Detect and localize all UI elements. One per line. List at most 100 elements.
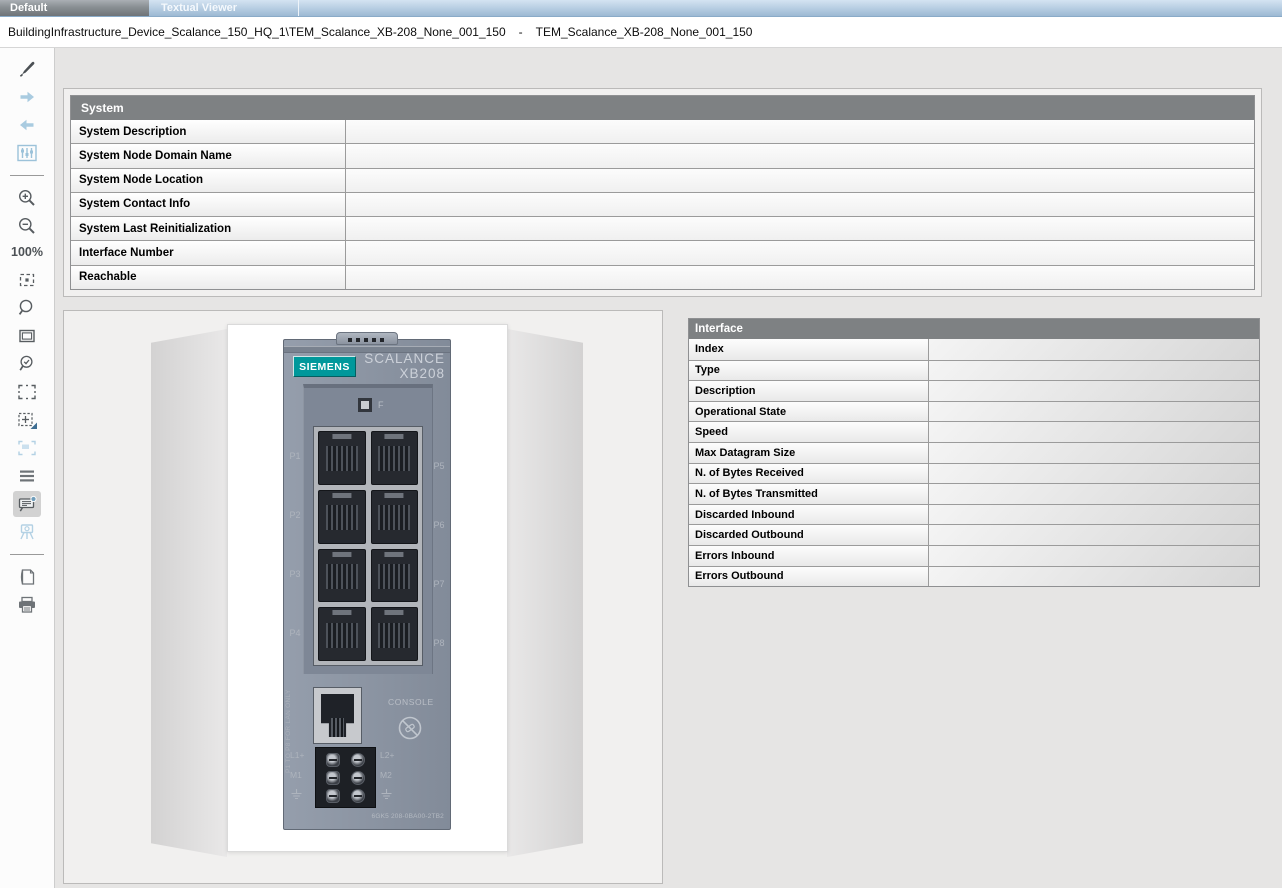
table-row[interactable]: Max Datagram Size	[689, 442, 1259, 463]
power-label-m1: M1	[290, 770, 302, 780]
terminal-screw	[351, 771, 365, 785]
ground-icon	[290, 788, 303, 801]
row-label: System Node Location	[71, 169, 346, 192]
rj45-port	[318, 607, 366, 661]
product-line-label: SCALANCE	[364, 351, 445, 366]
tab-textual-viewer[interactable]: Textual Viewer	[151, 0, 299, 16]
rj45-port	[371, 431, 419, 485]
fit-view-icon[interactable]	[13, 267, 41, 293]
device-model-label: SCALANCE XB208	[364, 351, 445, 381]
layers-lines-icon[interactable]	[13, 463, 41, 489]
terminal-screw	[351, 789, 365, 803]
printer-icon[interactable]	[13, 592, 41, 618]
row-value	[346, 266, 1254, 289]
back-arrow-icon[interactable]	[13, 112, 41, 138]
interface-table: Interface IndexTypeDescriptionOperationa…	[688, 318, 1260, 587]
toolbar-divider	[10, 175, 44, 176]
row-label: Operational State	[689, 402, 929, 422]
breadcrumb-path: BuildingInfrastructure_Device_Scalance_1…	[8, 25, 506, 39]
table-row[interactable]: Errors Inbound	[689, 545, 1259, 566]
table-row[interactable]: Description	[689, 380, 1259, 401]
settings-sliders-icon[interactable]	[13, 140, 41, 166]
din-rail-clip	[336, 332, 398, 345]
table-row[interactable]: System Contact Info	[71, 192, 1254, 216]
row-label: Discarded Inbound	[689, 505, 929, 525]
row-value	[346, 169, 1254, 192]
port-label: P8	[431, 638, 447, 648]
rj45-port	[318, 431, 366, 485]
tab-default[interactable]: Default	[0, 0, 149, 16]
port-label: P2	[287, 510, 303, 520]
table-row[interactable]: N. of Bytes Received	[689, 463, 1259, 484]
terminal-screw	[326, 771, 340, 785]
pan-icon[interactable]	[13, 407, 41, 433]
table-row[interactable]: Reachable	[71, 265, 1254, 289]
table-row[interactable]: Interface Number	[71, 240, 1254, 264]
rj45-port	[318, 490, 366, 544]
row-value	[929, 505, 1259, 525]
row-label: System Last Reinitialization	[71, 217, 346, 240]
select-region-icon[interactable]	[13, 435, 41, 461]
row-value	[929, 484, 1259, 504]
table-row[interactable]: Type	[689, 360, 1259, 381]
zoom-check-icon[interactable]	[13, 351, 41, 377]
rj45-port	[371, 607, 419, 661]
row-label: System Description	[71, 120, 346, 143]
table-row[interactable]: System Node Location	[71, 168, 1254, 192]
forward-arrow-icon[interactable]	[13, 84, 41, 110]
table-row[interactable]: Errors Outbound	[689, 566, 1259, 587]
breadcrumb-separator: -	[519, 25, 523, 39]
table-row[interactable]: Discarded Inbound	[689, 504, 1259, 525]
row-value	[929, 339, 1259, 360]
power-terminal-block	[315, 747, 376, 808]
row-value	[929, 422, 1259, 442]
table-row[interactable]: N. of Bytes Transmitted	[689, 483, 1259, 504]
camera-tripod-icon[interactable]	[13, 519, 41, 545]
select-area-icon[interactable]	[13, 379, 41, 405]
row-label: Errors Outbound	[689, 567, 929, 587]
table-row[interactable]: System Last Reinitialization	[71, 216, 1254, 240]
table-row[interactable]: Index	[689, 339, 1259, 360]
power-label-l2: L2+	[380, 750, 394, 760]
no-phone-icon	[396, 714, 424, 742]
row-value	[929, 402, 1259, 422]
row-label: Type	[689, 361, 929, 381]
row-value	[929, 361, 1259, 381]
device-panel: SIEMENS SCALANCE XB208 F P1 TO P8 FOR LA…	[63, 310, 663, 884]
port-label: P5	[431, 461, 447, 471]
power-label-m2: M2	[380, 770, 392, 780]
system-table-body: System DescriptionSystem Node Domain Nam…	[71, 120, 1254, 289]
table-row[interactable]: System Node Domain Name	[71, 143, 1254, 167]
table-row[interactable]: Discarded Outbound	[689, 524, 1259, 545]
row-label: N. of Bytes Transmitted	[689, 484, 929, 504]
pen-icon[interactable]	[13, 56, 41, 82]
terminal-screw	[351, 753, 365, 767]
device-image-card: SIEMENS SCALANCE XB208 F P1 TO P8 FOR LA…	[227, 324, 508, 852]
zoom-out-icon[interactable]	[13, 213, 41, 239]
console-port	[313, 687, 362, 744]
table-row[interactable]: System Description	[71, 120, 1254, 143]
row-value	[929, 443, 1259, 463]
port-label: P1	[287, 451, 303, 461]
table-row[interactable]: Operational State	[689, 401, 1259, 422]
zoom-in-icon[interactable]	[13, 185, 41, 211]
interface-table-title: Interface	[689, 319, 1259, 339]
system-table: System System DescriptionSystem Node Dom…	[70, 95, 1255, 290]
port-label: P6	[431, 520, 447, 530]
toolbar: 100%	[0, 48, 55, 888]
system-panel: System System DescriptionSystem Node Dom…	[63, 88, 1262, 297]
fault-led-label: F	[378, 400, 384, 410]
ethernet-ports-block	[313, 426, 423, 666]
magnifier-icon[interactable]	[13, 295, 41, 321]
window-zoom-icon[interactable]	[13, 323, 41, 349]
comment-tool-icon[interactable]	[13, 491, 41, 517]
zoom-level-label[interactable]: 100%	[11, 241, 43, 263]
pages-icon[interactable]	[13, 564, 41, 590]
siemens-logo: SIEMENS	[293, 356, 356, 377]
row-label: Speed	[689, 422, 929, 442]
row-value	[346, 144, 1254, 167]
table-row[interactable]: Speed	[689, 421, 1259, 442]
row-value	[346, 217, 1254, 240]
toolbar-divider	[10, 554, 44, 555]
device: SIEMENS SCALANCE XB208 F P1 TO P8 FOR LA…	[283, 339, 451, 830]
